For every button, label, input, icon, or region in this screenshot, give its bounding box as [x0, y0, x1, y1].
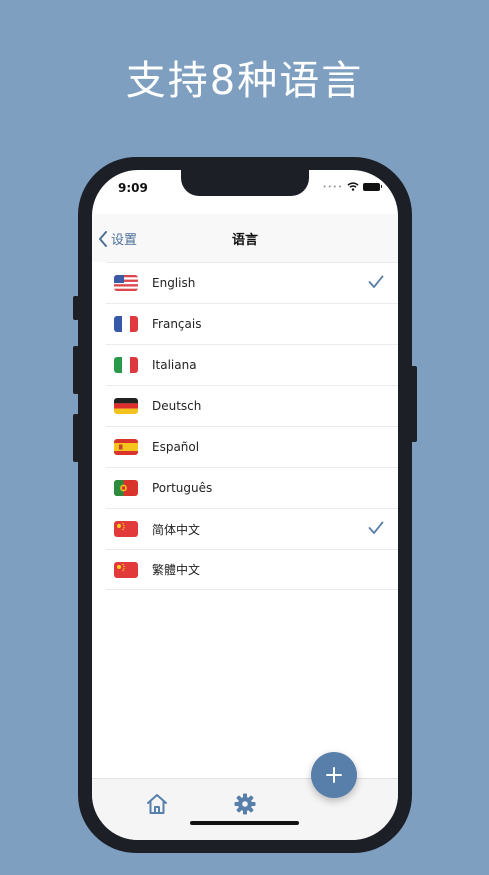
de-flag-icon: [114, 398, 138, 414]
checkmark-icon: [368, 275, 384, 288]
cn-flag-icon: [114, 561, 138, 578]
language-label: English: [152, 276, 196, 290]
checkmark-icon: [368, 521, 384, 534]
language-list: English Français Italiana Deutsch Españo…: [106, 262, 398, 590]
fr-flag-icon: [114, 316, 138, 332]
tab-settings[interactable]: [233, 792, 257, 820]
language-label: Español: [152, 440, 200, 454]
signal-icon: ••••: [322, 182, 343, 191]
language-label: 简体中文: [152, 522, 201, 537]
plus-icon: [326, 767, 342, 783]
language-label: Português: [152, 481, 213, 495]
pt-flag-icon: [114, 480, 138, 496]
language-item-portuguese[interactable]: Português: [106, 467, 398, 508]
language-item-spanish[interactable]: Español: [106, 426, 398, 467]
home-icon: [147, 794, 167, 814]
gear-icon: [234, 793, 256, 815]
status-time: 9:09: [118, 181, 148, 195]
language-item-french[interactable]: Français: [106, 303, 398, 344]
page-title: 语言: [231, 233, 258, 248]
language-label: Français: [152, 317, 202, 331]
language-item-traditional-chinese[interactable]: 繁體中文: [106, 549, 398, 590]
headline: 支持8种语言: [125, 58, 364, 104]
language-label: Italiana: [152, 358, 197, 372]
phone-frame: 9:09 •••• 设置 语言 English Français Italian…: [78, 157, 412, 853]
nav-bar: 设置 语言: [92, 214, 398, 262]
es-flag-icon: [114, 439, 138, 455]
language-label: Deutsch: [152, 399, 202, 413]
status-icons: ••••: [322, 182, 382, 191]
home-indicator: [190, 821, 299, 825]
notch: [181, 170, 309, 196]
cn-flag-icon: [114, 521, 138, 537]
language-item-german[interactable]: Deutsch: [106, 385, 398, 426]
us-flag-icon: [114, 275, 138, 291]
tab-home[interactable]: [145, 792, 169, 820]
it-flag-icon: [114, 357, 138, 373]
language-label: 繁體中文: [152, 563, 201, 577]
language-item-simplified-chinese[interactable]: 简体中文: [106, 508, 398, 549]
language-item-english[interactable]: English: [106, 262, 398, 303]
language-item-italian[interactable]: Italiana: [106, 344, 398, 385]
phone-screen: 9:09 •••• 设置 语言 English Français Italian…: [92, 170, 398, 840]
add-button[interactable]: [311, 752, 357, 798]
wifi-icon: [347, 182, 359, 191]
battery-icon: [363, 182, 382, 191]
